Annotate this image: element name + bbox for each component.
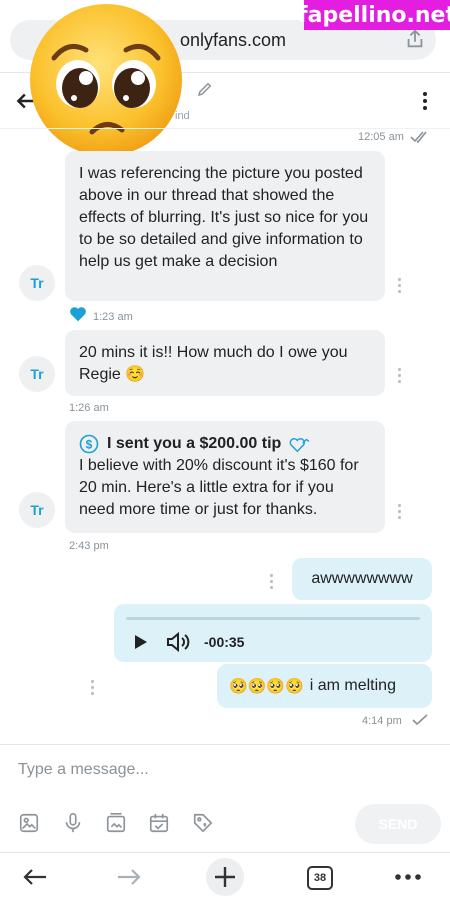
image-icon[interactable]: [18, 812, 40, 834]
message-time: 12:05 am: [358, 131, 404, 143]
message-options-icon[interactable]: [398, 504, 402, 520]
avatar[interactable]: Tr: [19, 356, 55, 392]
microphone-icon[interactable]: [62, 812, 84, 834]
incoming-message[interactable]: 20 mins it is!! How much do I owe you Re…: [65, 330, 385, 396]
heart-icon[interactable]: [69, 306, 87, 322]
hearts-icon: [289, 438, 310, 453]
tip-label: I sent you a $200.00 tip: [107, 435, 282, 452]
incoming-tip-message[interactable]: $ I sent you a $200.00 tip I believe wit…: [65, 421, 385, 533]
outgoing-message[interactable]: 🥺🥺🥺🥺 i am melting: [217, 664, 432, 708]
outgoing-message-text: i am melting: [309, 677, 396, 694]
message-options-icon[interactable]: [270, 574, 274, 590]
tab-count-button[interactable]: 38: [307, 866, 333, 890]
schedule-calendar-icon[interactable]: [148, 812, 170, 834]
divider: [0, 744, 450, 745]
browser-menu-icon[interactable]: [393, 862, 423, 892]
browser-forward-icon[interactable]: [114, 862, 144, 892]
send-button[interactable]: SEND: [355, 804, 441, 844]
svg-text:$: $: [86, 438, 93, 452]
url-text[interactable]: onlyfans.com: [180, 30, 286, 51]
voice-message[interactable]: [114, 604, 432, 662]
message-input[interactable]: Type a message...: [18, 761, 149, 779]
message-time: 4:14 pm: [362, 715, 402, 727]
edit-icon[interactable]: [196, 80, 214, 98]
tip-message-text: I believe with 20% discount it's $160 fo…: [79, 457, 359, 518]
price-tag-icon[interactable]: [192, 812, 214, 834]
pleading-emojis: 🥺🥺🥺🥺: [229, 678, 304, 695]
avatar[interactable]: Tr: [19, 492, 55, 528]
sent-check-icon: [412, 714, 428, 726]
message-time: 2:43 pm: [69, 540, 109, 552]
message-time: 1:23 am: [93, 311, 133, 323]
watermark: fapellino.net: [298, 0, 450, 30]
browser-back-icon[interactable]: [20, 862, 50, 892]
read-check-icon: [410, 131, 427, 143]
pleading-face-emoji-overlay: [30, 4, 182, 156]
play-icon[interactable]: [134, 634, 148, 650]
message-options-icon[interactable]: [91, 680, 95, 696]
audio-duration: -00:35: [204, 634, 245, 650]
message-options-icon[interactable]: [398, 278, 402, 294]
dollar-coin-icon: $: [79, 434, 99, 454]
tip-header: $ I sent you a $200.00 tip: [79, 433, 371, 455]
new-tab-icon[interactable]: [205, 857, 245, 897]
avatar[interactable]: Tr: [19, 265, 55, 301]
speaker-icon[interactable]: [166, 631, 190, 653]
message-time: 1:26 am: [69, 402, 109, 414]
share-icon[interactable]: [404, 28, 426, 50]
more-options-icon[interactable]: [420, 92, 430, 112]
message-options-icon[interactable]: [398, 368, 402, 384]
divider: [0, 852, 450, 853]
media-vault-icon[interactable]: [105, 812, 127, 834]
incoming-message[interactable]: I was referencing the picture you posted…: [65, 151, 385, 301]
audio-progress-track[interactable]: [126, 617, 420, 620]
divider: [0, 128, 450, 129]
outgoing-message[interactable]: awwwwwwww: [292, 558, 432, 600]
